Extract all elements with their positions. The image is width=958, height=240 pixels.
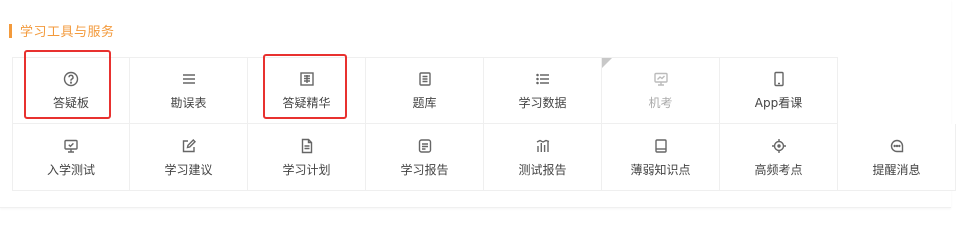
tool-computer-exam[interactable]: 机考 bbox=[602, 57, 720, 124]
essence-book-icon bbox=[298, 70, 316, 88]
tool-errata[interactable]: 勘误表 bbox=[130, 57, 248, 124]
bar-chart-icon bbox=[534, 137, 552, 155]
question-circle-icon bbox=[62, 70, 80, 88]
tool-entrance-test[interactable]: 入学测试 bbox=[12, 124, 130, 191]
tool-test-report[interactable]: 测试报告 bbox=[484, 124, 602, 191]
bullet-list-icon bbox=[534, 70, 552, 88]
tool-learning-plan[interactable]: 学习计划 bbox=[248, 124, 366, 191]
section-title-text: 学习工具与服务 bbox=[20, 25, 115, 40]
tool-label: 入学测试 bbox=[46, 162, 95, 177]
tool-frequent-points[interactable]: 高频考点 bbox=[720, 124, 838, 191]
tool-answer-essence[interactable]: 答疑精华 bbox=[248, 57, 366, 124]
file-icon bbox=[298, 137, 316, 155]
tool-label: 薄弱知识点 bbox=[630, 162, 691, 177]
empty-cell bbox=[838, 57, 956, 124]
monitor-chart-icon bbox=[652, 70, 670, 88]
title-accent-bar bbox=[9, 23, 12, 38]
tool-label: 学习建议 bbox=[164, 162, 213, 177]
tool-label: 测试报告 bbox=[518, 162, 567, 177]
corner-mark bbox=[602, 58, 612, 68]
tool-question-bank[interactable]: 题库 bbox=[366, 57, 484, 124]
tool-label: 提醒消息 bbox=[872, 162, 921, 177]
tool-label: 答疑精华 bbox=[282, 96, 331, 110]
document-list-icon bbox=[416, 70, 434, 88]
target-icon bbox=[770, 137, 788, 155]
tool-app-course[interactable]: App看课 bbox=[720, 57, 838, 124]
menu-lines-icon bbox=[180, 70, 198, 88]
tool-learning-data[interactable]: 学习数据 bbox=[484, 57, 602, 124]
tool-label: 学习计划 bbox=[282, 162, 331, 177]
monitor-check-icon bbox=[62, 137, 80, 155]
tool-label: 学习报告 bbox=[400, 162, 449, 177]
chat-bubble-icon bbox=[888, 137, 906, 155]
phone-icon bbox=[770, 70, 788, 88]
tool-label: 答疑板 bbox=[52, 96, 89, 110]
tool-label: 学习数据 bbox=[518, 96, 567, 110]
tool-answer-board[interactable]: 答疑板 bbox=[12, 57, 130, 124]
tool-label: 机考 bbox=[648, 96, 673, 110]
book-icon bbox=[652, 137, 670, 155]
edit-icon bbox=[180, 137, 198, 155]
tool-label: 高频考点 bbox=[754, 162, 803, 177]
tools-grid: 答疑板 勘误表 答疑精华 题库 学习数据 机考 App看课 入学测试 学习建议 … bbox=[12, 57, 956, 191]
tool-label: 勘误表 bbox=[170, 96, 207, 110]
learning-tools-panel: 学习工具与服务 答疑板 勘误表 答疑精华 题库 学习数据 机考 App看课 入学… bbox=[0, 0, 956, 208]
section-title: 学习工具与服务 bbox=[9, 22, 115, 40]
tools-row-2: 入学测试 学习建议 学习计划 学习报告 测试报告 薄弱知识点 高频考点 提醒消息 bbox=[12, 124, 956, 191]
tool-learning-advice[interactable]: 学习建议 bbox=[130, 124, 248, 191]
tool-weak-points[interactable]: 薄弱知识点 bbox=[602, 124, 720, 191]
tools-row-1: 答疑板 勘误表 答疑精华 题库 学习数据 机考 App看课 bbox=[12, 57, 956, 124]
tool-label: 题库 bbox=[412, 96, 437, 110]
tool-learning-report[interactable]: 学习报告 bbox=[366, 124, 484, 191]
tool-label: App看课 bbox=[754, 96, 803, 110]
report-icon bbox=[416, 137, 434, 155]
tool-reminders[interactable]: 提醒消息 bbox=[838, 124, 956, 191]
